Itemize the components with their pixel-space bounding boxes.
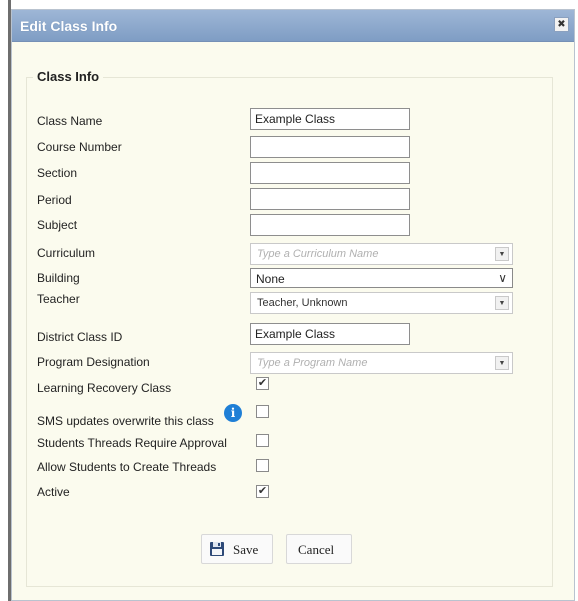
class-info-legend: Class Info (33, 69, 104, 84)
curriculum-label: Curriculum (37, 246, 96, 260)
teacher-combobox[interactable]: Teacher, Unknown ▼ (250, 292, 513, 314)
chevron-down-icon[interactable]: ▼ (495, 356, 509, 370)
learning-recovery-class-checkbox[interactable]: ✔ (256, 377, 269, 390)
subject-label: Subject (37, 218, 78, 232)
curriculum-combobox[interactable]: Type a Curriculum Name ▼ (250, 243, 513, 265)
active-label: Active (37, 485, 70, 499)
section-input[interactable] (250, 162, 410, 184)
close-icon: ✖ (557, 19, 566, 30)
building-selected-value: None (256, 272, 285, 286)
learning-recovery-class-label: Learning Recovery Class (37, 381, 172, 395)
students-threads-require-approval-checkbox[interactable] (256, 434, 269, 447)
close-button[interactable]: ✖ (554, 17, 569, 32)
program-designation-combobox[interactable]: Type a Program Name ▼ (250, 352, 513, 374)
course-number-label: Course Number (37, 140, 122, 154)
active-checkbox[interactable]: ✔ (256, 485, 269, 498)
period-label: Period (37, 193, 72, 207)
period-input[interactable] (250, 188, 410, 210)
left-edge (0, 0, 11, 601)
allow-students-create-threads-label: Allow Students to Create Threads (37, 460, 217, 474)
save-button-label: Save (233, 542, 259, 557)
chevron-down-icon[interactable]: ▼ (495, 247, 509, 261)
students-threads-require-approval-label: Students Threads Require Approval (37, 436, 227, 450)
cancel-button-label: Cancel (298, 542, 335, 557)
allow-students-create-threads-checkbox[interactable] (256, 459, 269, 472)
curriculum-placeholder: Type a Curriculum Name (257, 248, 379, 260)
district-class-id-label: District Class ID (37, 330, 123, 344)
checkmark-icon: ✔ (257, 485, 268, 497)
district-class-id-input[interactable] (250, 323, 410, 345)
program-designation-placeholder: Type a Program Name (257, 357, 368, 369)
building-label: Building (37, 271, 80, 285)
teacher-selected-value: Teacher, Unknown (257, 297, 348, 309)
teacher-label: Teacher (37, 292, 80, 306)
dialog-titlebar[interactable]: Edit Class Info ✖ (12, 10, 574, 42)
sms-updates-label: SMS updates overwrite this class (37, 414, 214, 428)
cancel-button[interactable]: Cancel (286, 534, 352, 564)
info-icon[interactable]: i (224, 404, 242, 422)
class-name-input[interactable] (250, 108, 410, 130)
chevron-down-icon: ∨ (498, 271, 507, 285)
sms-updates-checkbox[interactable] (256, 405, 269, 418)
course-number-input[interactable] (250, 136, 410, 158)
class-name-label: Class Name (37, 114, 103, 128)
chevron-down-icon[interactable]: ▼ (495, 296, 509, 310)
program-designation-label: Program Designation (37, 355, 150, 369)
floppy-disk-icon (210, 542, 224, 556)
save-button[interactable]: Save (201, 534, 273, 564)
dialog-title: Edit Class Info (20, 18, 118, 34)
building-select[interactable]: None ∨ (250, 268, 513, 288)
section-label: Section (37, 166, 78, 180)
checkmark-icon: ✔ (257, 377, 268, 389)
subject-input[interactable] (250, 214, 410, 236)
